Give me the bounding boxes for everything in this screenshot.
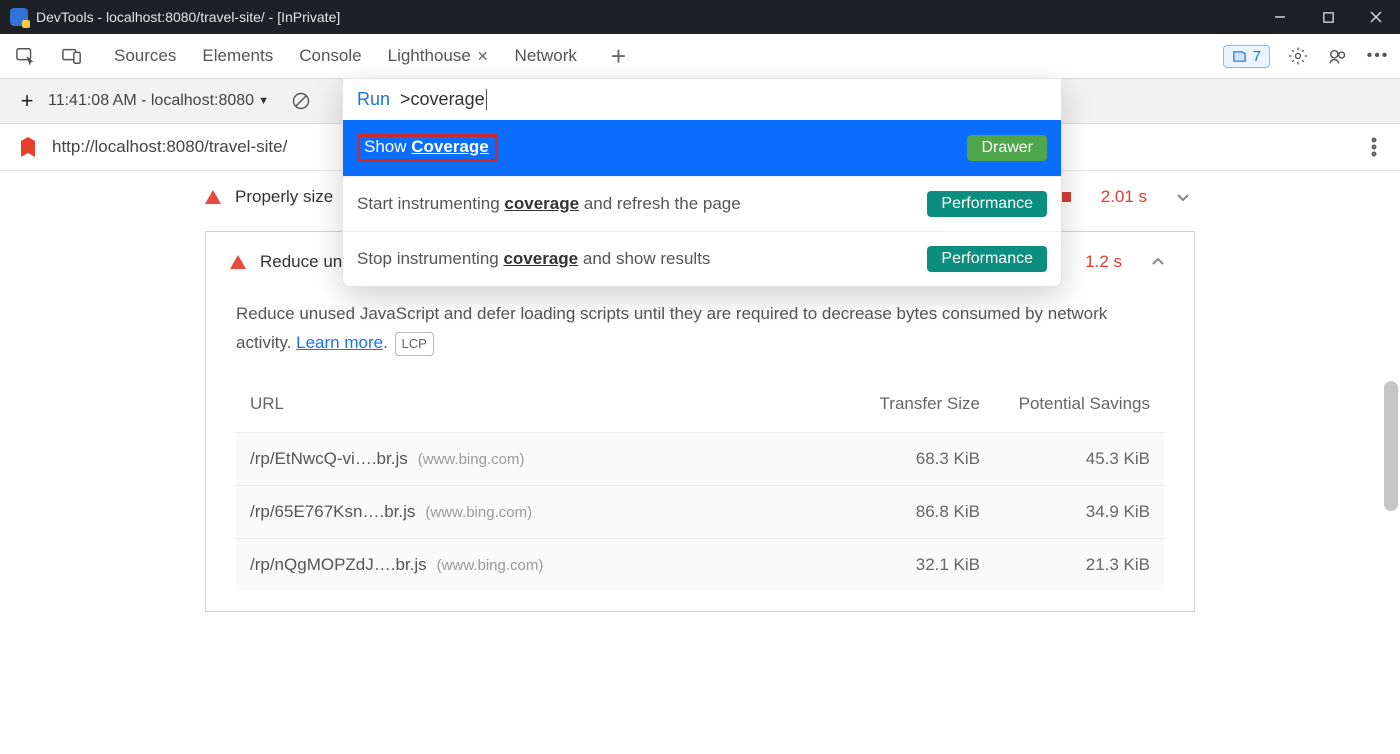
- report-picker[interactable]: 11:41:08 AM - localhost:8080: [48, 92, 254, 110]
- menu-icon[interactable]: •••: [1366, 44, 1390, 68]
- close-tab-icon[interactable]: ✕: [477, 48, 489, 65]
- audit-title: Properly size: [235, 187, 333, 207]
- audit-description: Reduce unused JavaScript and defer loadi…: [236, 300, 1164, 358]
- tab-sources[interactable]: Sources: [114, 46, 176, 66]
- fail-icon: [205, 190, 221, 204]
- window-title: DevTools - localhost:8080/travel-site/ -…: [36, 9, 340, 25]
- audit-time: 1.2 s: [1066, 252, 1122, 272]
- lcp-badge: LCP: [395, 332, 434, 356]
- panel-tabs: Sources Elements Console Lighthouse ✕ Ne…: [114, 46, 626, 66]
- window-controls: [1256, 0, 1400, 34]
- command-option-stop-coverage[interactable]: Stop instrumenting coverage and show res…: [343, 231, 1061, 286]
- window-titlebar: DevTools - localhost:8080/travel-site/ -…: [0, 0, 1400, 34]
- scrollbar-thumb[interactable]: [1384, 381, 1398, 511]
- command-option-start-coverage[interactable]: Start instrumenting coverage and refresh…: [343, 176, 1061, 231]
- app-icon: [10, 8, 28, 26]
- toggle-device-icon[interactable]: [60, 44, 84, 68]
- inspect-element-icon[interactable]: [14, 44, 38, 68]
- command-tag-performance: Performance: [927, 246, 1047, 272]
- dropdown-icon[interactable]: ▼: [258, 95, 269, 107]
- issues-count: 7: [1253, 48, 1261, 65]
- command-tag-performance: Performance: [927, 191, 1047, 217]
- command-query: >coverage: [400, 89, 487, 110]
- fail-icon: [230, 255, 246, 269]
- lighthouse-icon: [18, 137, 38, 157]
- settings-icon[interactable]: [1286, 44, 1310, 68]
- minimize-button[interactable]: [1256, 0, 1304, 34]
- chevron-up-icon[interactable]: [1146, 250, 1170, 274]
- close-button[interactable]: [1352, 0, 1400, 34]
- command-tag-drawer: Drawer: [967, 135, 1047, 161]
- new-report-button[interactable]: +: [12, 88, 42, 114]
- report-url: http://localhost:8080/travel-site/: [52, 137, 287, 157]
- highlight-box: Show Coverage: [357, 134, 498, 162]
- issues-button[interactable]: 7: [1223, 45, 1270, 68]
- command-option-show-coverage[interactable]: Show Coverage Drawer: [343, 120, 1061, 176]
- tab-console[interactable]: Console: [299, 46, 361, 66]
- devtools-toolbar: Sources Elements Console Lighthouse ✕ Ne…: [0, 34, 1400, 79]
- audit-title: Reduce unu: [260, 252, 352, 272]
- run-prefix: Run: [357, 89, 390, 110]
- table-header: URL Transfer Size Potential Savings: [236, 376, 1164, 432]
- chevron-down-icon[interactable]: [1171, 185, 1195, 209]
- report-menu-icon[interactable]: [1362, 135, 1386, 159]
- command-input[interactable]: Run >coverage: [343, 79, 1061, 120]
- tab-elements[interactable]: Elements: [202, 46, 273, 66]
- scrollbar[interactable]: [1382, 171, 1400, 754]
- table-row[interactable]: /rp/nQgMOPZdJ….br.js(www.bing.com) 32.1 …: [236, 538, 1164, 591]
- tab-network[interactable]: Network: [515, 46, 577, 66]
- audit-time: 2.01 s: [1091, 187, 1147, 207]
- audit-card: Reduce unu 1.2 s Reduce unused JavaScrip…: [205, 231, 1195, 612]
- table-row[interactable]: /rp/EtNwcQ-vi….br.js(www.bing.com) 68.3 …: [236, 432, 1164, 485]
- clear-icon[interactable]: [289, 89, 313, 113]
- maximize-button[interactable]: [1304, 0, 1352, 34]
- table-row[interactable]: /rp/65E767Ksn….br.js(www.bing.com) 86.8 …: [236, 485, 1164, 538]
- tab-lighthouse[interactable]: Lighthouse ✕: [388, 46, 489, 66]
- audit-table: URL Transfer Size Potential Savings /rp/…: [236, 376, 1164, 591]
- feedback-icon[interactable]: [1326, 44, 1350, 68]
- learn-more-link[interactable]: Learn more: [296, 333, 383, 352]
- command-menu: Run >coverage Show Coverage Drawer Start…: [342, 78, 1062, 287]
